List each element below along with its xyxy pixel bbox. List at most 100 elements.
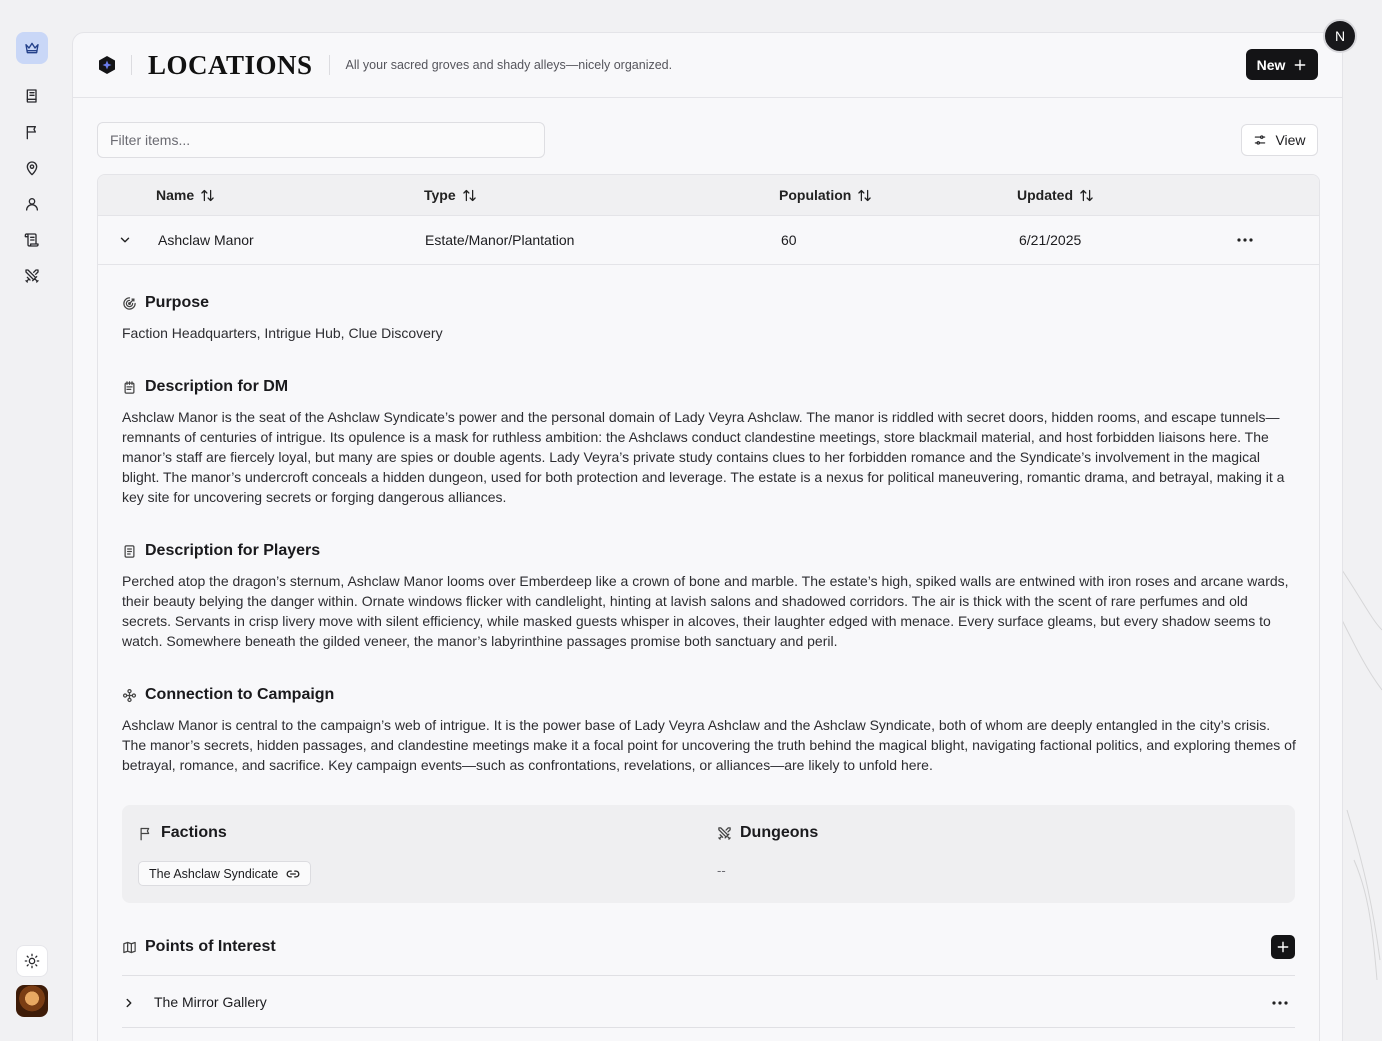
sort-icon — [858, 189, 872, 201]
view-options-button[interactable]: View — [1241, 124, 1318, 156]
sidebar-item-factions[interactable] — [16, 116, 48, 148]
map-pin-icon — [26, 161, 38, 176]
column-header-label: Updated — [1017, 187, 1073, 203]
new-button[interactable]: New — [1246, 49, 1318, 80]
points-of-interest-heading: Points of Interest — [145, 938, 276, 955]
section-heading: Description for DM — [122, 377, 1297, 397]
players-description-heading: Description for Players — [145, 542, 321, 559]
user-menu-button[interactable]: N — [1323, 19, 1357, 53]
add-point-of-interest-button[interactable] — [1271, 935, 1295, 959]
purpose-text: Faction Headquarters, Intrigue Hub, Clue… — [122, 325, 443, 341]
dm-description-heading: Description for DM — [145, 378, 289, 395]
header-divider — [131, 55, 132, 75]
page-subtitle: All your sacred groves and shady alleys—… — [345, 58, 673, 72]
plus-icon — [1277, 941, 1289, 953]
points-of-interest-section: Points of Interest — [122, 937, 1297, 957]
column-header-label: Population — [779, 187, 852, 203]
section-heading: Purpose — [122, 293, 1297, 313]
theme-toggle-button[interactable] — [16, 945, 48, 977]
dungeons-group: Dungeons — [717, 823, 818, 843]
document-icon — [124, 544, 135, 558]
locations-table: Name Type Population Updated Ashclaw Man… — [97, 174, 1320, 1041]
chevron-right-icon[interactable] — [122, 996, 136, 1010]
target-icon — [123, 296, 136, 310]
column-header-type[interactable]: Type — [424, 187, 477, 203]
campaign-connection-text: Ashclaw Manor is central to the campaign… — [122, 717, 1296, 773]
factions-heading: Factions — [161, 824, 227, 841]
app-logo-icon — [97, 55, 117, 75]
sort-icon — [1080, 189, 1093, 201]
players-description-section: Description for Players Perched atop the… — [122, 541, 1297, 651]
chevron-down-icon[interactable] — [118, 233, 132, 247]
user-initial: N — [1334, 28, 1346, 44]
page-header: LOCATIONS All your sacred groves and sha… — [73, 33, 1342, 98]
purpose-section: Purpose Faction Headquarters, Intrigue H… — [122, 293, 1297, 343]
players-description-text: Perched atop the dragon’s sternum, Ashcl… — [122, 573, 1289, 649]
link-icon — [286, 869, 300, 878]
cell-updated: 6/21/2025 — [1019, 232, 1082, 248]
user-icon — [26, 198, 38, 211]
table-header: Name Type Population Updated — [98, 175, 1319, 216]
faction-chip-label: The Ashclaw Syndicate — [149, 866, 279, 881]
sidebar-item-home[interactable] — [16, 32, 48, 64]
map-icon — [123, 941, 136, 953]
swords-icon — [718, 826, 731, 840]
factions-group: Factions — [138, 823, 227, 843]
book-icon — [26, 89, 37, 103]
view-button-label: View — [1275, 132, 1306, 148]
main-panel: LOCATIONS All your sacred groves and sha… — [72, 32, 1343, 1041]
more-options-icon[interactable] — [1237, 238, 1253, 242]
cell-name: Ashclaw Manor — [158, 232, 254, 248]
cell-population: 60 — [781, 232, 797, 248]
network-icon — [122, 688, 137, 702]
sort-icon — [462, 189, 476, 201]
flag-icon — [140, 827, 150, 840]
section-heading: Connection to Campaign — [122, 685, 1297, 705]
relations-panel: Factions The Ashclaw Syndicate Dungeons … — [122, 805, 1295, 903]
column-header-updated[interactable]: Updated — [1017, 187, 1094, 203]
column-header-population[interactable]: Population — [779, 187, 872, 203]
column-header-label: Name — [156, 187, 195, 203]
sort-icon — [201, 189, 214, 201]
sun-icon — [24, 953, 40, 969]
toolbar: View — [73, 98, 1342, 174]
sidebar — [0, 0, 64, 1041]
dungeons-empty-value: -- — [717, 863, 726, 878]
plus-icon — [1295, 59, 1306, 70]
campaign-connection-section: Connection to Campaign Ashclaw Manor is … — [122, 685, 1297, 775]
section-heading: Points of Interest — [122, 937, 1297, 957]
sidebar-item-quests[interactable] — [16, 224, 48, 256]
column-header-label: Type — [424, 187, 456, 203]
section-heading: Factions — [138, 823, 227, 843]
flag-icon — [26, 126, 36, 140]
sidebar-item-characters[interactable] — [16, 188, 48, 220]
scroll-icon — [24, 233, 39, 247]
dungeons-heading: Dungeons — [740, 824, 819, 841]
column-header-name[interactable]: Name — [156, 187, 215, 203]
sidebar-item-dungeons[interactable] — [16, 260, 48, 292]
swords-icon — [25, 269, 39, 283]
faction-chip[interactable]: The Ashclaw Syndicate — [138, 861, 312, 886]
section-heading: Dungeons — [717, 823, 818, 843]
filter-input[interactable] — [97, 122, 545, 158]
table-row[interactable]: Ashclaw Manor Estate/Manor/Plantation 60… — [98, 216, 1319, 265]
list-item[interactable]: The Mirror Gallery — [122, 975, 1295, 1028]
sidebar-item-campaigns[interactable] — [16, 80, 48, 112]
purpose-heading: Purpose — [145, 294, 210, 311]
header-divider — [328, 55, 330, 75]
new-button-label: New — [1256, 56, 1286, 73]
crown-icon — [25, 42, 39, 54]
notepad-icon — [124, 380, 135, 394]
avatar[interactable] — [16, 985, 48, 1017]
background-decoration — [1342, 569, 1382, 981]
sliders-icon — [1255, 135, 1266, 145]
page-title: LOCATIONS — [148, 49, 313, 80]
poi-name: The Mirror Gallery — [154, 994, 267, 1010]
dm-description-section: Description for DM Ashclaw Manor is the … — [122, 377, 1297, 507]
sidebar-item-locations[interactable] — [16, 152, 48, 184]
campaign-connection-heading: Connection to Campaign — [145, 686, 335, 703]
section-heading: Description for Players — [122, 541, 1297, 561]
dm-description-text: Ashclaw Manor is the seat of the Ashclaw… — [122, 409, 1285, 505]
more-options-icon[interactable] — [1272, 1001, 1288, 1005]
cell-type: Estate/Manor/Plantation — [425, 232, 575, 248]
